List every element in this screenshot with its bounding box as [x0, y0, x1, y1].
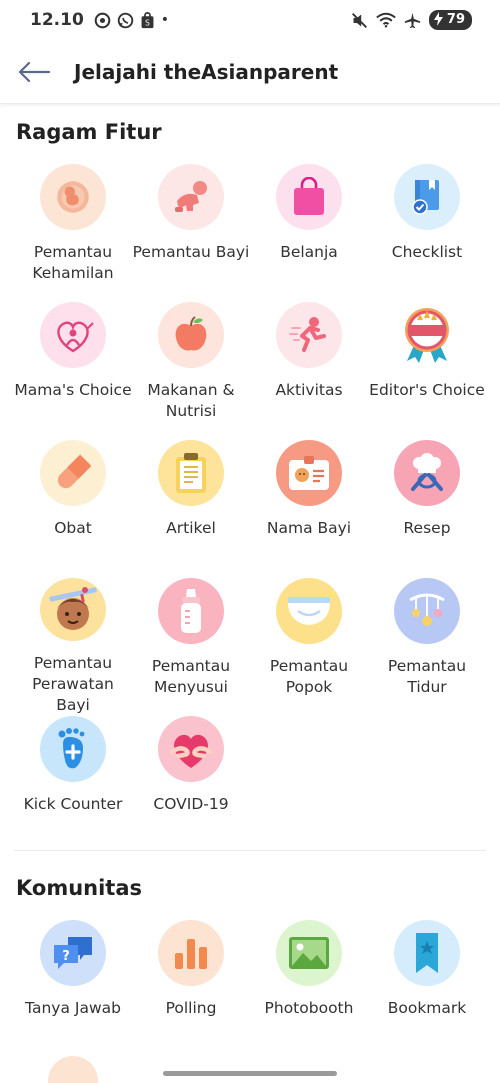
tile-pemantau-kehamilan[interactable]: Pemantau Kehamilan — [14, 164, 132, 302]
tile-label: Bookmark — [387, 999, 467, 1017]
pill-icon — [40, 440, 106, 506]
tile-label: Pemantau Menyusui — [151, 657, 231, 696]
tile-label: Kick Counter — [23, 795, 123, 813]
fetus-icon — [40, 164, 106, 230]
tile-pemantau-bayi[interactable]: Pemantau Bayi — [132, 164, 250, 302]
footprint-icon — [40, 716, 106, 782]
tile-mama-s-choice[interactable]: Mama's Choice — [14, 302, 132, 440]
charging-icon — [433, 12, 443, 32]
battery-indicator: 79 — [428, 10, 472, 32]
tile-label: Aktivitas — [275, 381, 343, 399]
crawling-baby-icon — [158, 164, 224, 230]
status-time: 12.10 — [30, 10, 84, 30]
partial-tile-icon — [48, 1056, 98, 1083]
tile-label: Artikel — [166, 519, 216, 537]
tile-label: COVID-19 — [153, 795, 229, 813]
heart-hands-icon — [158, 716, 224, 782]
tile-obat[interactable]: Obat — [14, 440, 132, 578]
tile-label: Resep — [403, 519, 451, 537]
tile-nama-bayi[interactable]: Nama Bayi — [250, 440, 368, 578]
section-title-komunitas: Komunitas — [16, 876, 143, 900]
tile-covid-19[interactable]: COVID-19 — [132, 716, 250, 854]
wifi-icon — [376, 12, 396, 28]
tile-label: Makanan & Nutrisi — [147, 381, 235, 420]
tile-makanan-nutrisi[interactable]: Makanan & Nutrisi — [132, 302, 250, 440]
tile-bookmark[interactable]: Bookmark — [368, 920, 486, 1058]
tile-artikel[interactable]: Artikel — [132, 440, 250, 578]
tile-pemantau-menyusui[interactable]: Pemantau Menyusui — [132, 578, 250, 716]
tile-label: Mama's Choice — [14, 381, 132, 399]
mute-icon — [351, 12, 368, 29]
shopping-icon: S — [140, 11, 155, 29]
svg-text:S: S — [145, 18, 150, 27]
whatsapp-icon — [117, 12, 134, 29]
tile-label: Obat — [54, 519, 92, 537]
chef-hat-icon — [394, 440, 460, 506]
shopping-bag-icon — [276, 164, 342, 230]
home-indicator[interactable] — [163, 1071, 337, 1076]
section-title-ragam-fitur: Ragam Fitur — [16, 120, 162, 144]
tile-polling[interactable]: Polling — [132, 920, 250, 1058]
app-bar: Jelajahi theAsianparent — [0, 40, 500, 104]
tile-aktivitas[interactable]: Aktivitas — [250, 302, 368, 440]
chat-question-icon: ? — [40, 920, 106, 986]
tile-pemantau-perawatan-bayi[interactable]: Pemantau Perawatan Bayi — [14, 578, 132, 716]
section-divider — [14, 850, 486, 851]
tile-label: Pemantau Bayi — [132, 243, 250, 261]
id-card-icon — [276, 440, 342, 506]
tile-label: Nama Bayi — [266, 519, 352, 537]
tile-photobooth[interactable]: Photobooth — [250, 920, 368, 1058]
tile-editor-s-choice[interactable]: Editor's Choice — [368, 302, 486, 440]
tile-kick-counter[interactable]: Kick Counter — [14, 716, 132, 854]
status-bar: 12.10 S • 79 — [0, 0, 500, 40]
clipboard-icon — [158, 440, 224, 506]
airplane-icon — [404, 12, 421, 29]
tile-label: Checklist — [391, 243, 463, 261]
checklist-book-icon — [394, 164, 460, 230]
diaper-icon — [276, 578, 342, 644]
notification-dot: • — [160, 12, 170, 28]
tile-label: Pemantau Kehamilan — [32, 243, 114, 282]
tile-checklist[interactable]: Checklist — [368, 164, 486, 302]
back-button[interactable] — [18, 58, 52, 86]
sync-icon — [94, 12, 111, 29]
baby-bottle-icon — [158, 578, 224, 644]
photo-icon — [276, 920, 342, 986]
tile-label: Editor's Choice — [369, 381, 485, 399]
tile-tanya-jawab[interactable]: ? Tanya Jawab — [14, 920, 132, 1058]
tile-pemantau-popok[interactable]: Pemantau Popok — [250, 578, 368, 716]
tile-resep[interactable]: Resep — [368, 440, 486, 578]
tile-label: Pemantau Tidur — [387, 657, 467, 696]
mama-heart-icon — [40, 302, 106, 368]
tile-label: Polling — [165, 999, 217, 1017]
baby-care-icon — [40, 578, 106, 641]
battery-level: 79 — [446, 12, 465, 27]
apple-icon — [158, 302, 224, 368]
tile-label: Pemantau Perawatan Bayi — [32, 654, 114, 714]
tile-pemantau-tidur[interactable]: Pemantau Tidur — [368, 578, 486, 716]
bar-chart-icon — [158, 920, 224, 986]
svg-text:?: ? — [62, 949, 70, 964]
award-badge-icon — [394, 302, 460, 368]
running-icon — [276, 302, 342, 368]
page-title: Jelajahi theAsianparent — [74, 59, 339, 84]
tile-label: Photobooth — [264, 999, 354, 1017]
community-grid: ? Tanya Jawab Polling Photobooth Bookmark — [14, 920, 486, 1058]
baby-mobile-icon — [394, 578, 460, 644]
tile-label: Belanja — [280, 243, 338, 261]
back-arrow-icon — [18, 61, 50, 82]
tile-label: Tanya Jawab — [25, 999, 121, 1017]
feature-grid: Pemantau Kehamilan Pemantau Bayi Belanja Ch… — [14, 164, 486, 854]
tile-label: Pemantau Popok — [269, 657, 349, 696]
tile-belanja[interactable]: Belanja — [250, 164, 368, 302]
bookmark-icon — [394, 920, 460, 986]
